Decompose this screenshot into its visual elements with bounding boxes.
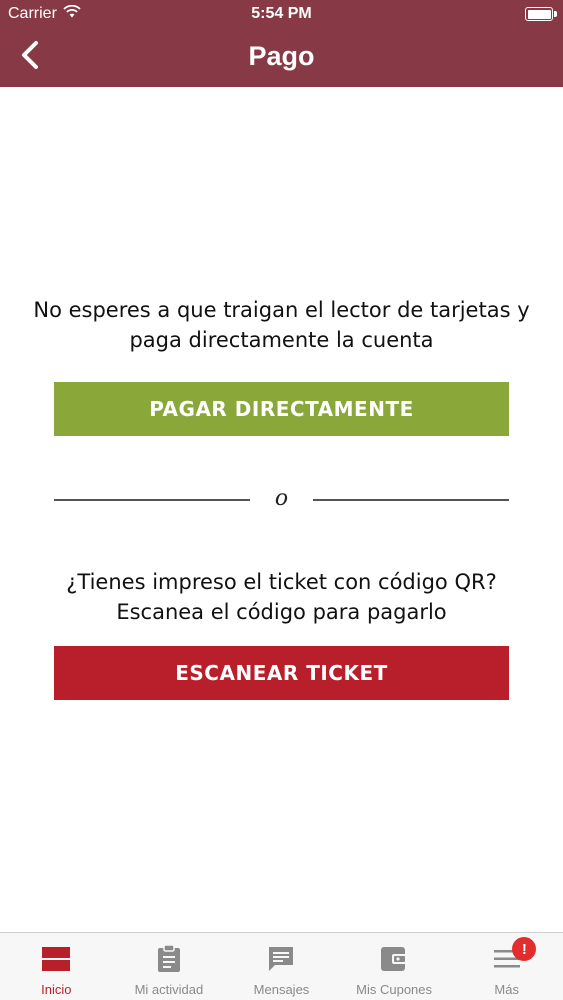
battery-icon xyxy=(525,7,557,21)
direct-pay-description: No esperes a que traigan el lector de ta… xyxy=(33,298,530,352)
tab-label: Inicio xyxy=(41,982,72,997)
app-header: Carrier 5:54 PM Pago xyxy=(0,0,563,87)
tab-label: Más xyxy=(494,982,519,997)
clipboard-icon xyxy=(154,944,184,974)
nav-bar: Pago xyxy=(0,28,563,87)
tab-mi-actividad[interactable]: Mi actividad xyxy=(113,933,226,1000)
home-icon xyxy=(41,944,71,974)
pay-directly-button[interactable]: PAGAR DIRECTAMENTE xyxy=(54,382,509,436)
scan-ticket-button[interactable]: ESCANEAR TICKET xyxy=(54,646,509,700)
wallet-icon xyxy=(379,944,409,974)
tab-label: Mi actividad xyxy=(134,982,204,997)
status-time: 5:54 PM xyxy=(251,5,312,22)
tab-mensajes[interactable]: Mensajes xyxy=(225,933,338,1000)
status-bar: Carrier 5:54 PM xyxy=(0,0,563,28)
tab-mis-cupones[interactable]: Mis Cupones xyxy=(338,933,451,1000)
tab-inicio[interactable]: Inicio xyxy=(0,933,113,1000)
or-divider: o xyxy=(54,486,509,514)
divider-line-right xyxy=(313,499,509,501)
scan-description: ¿Tienes impreso el ticket con código QR?… xyxy=(66,570,497,624)
notification-badge: ! xyxy=(512,937,537,961)
tab-label: Mensajes xyxy=(253,982,310,997)
page-title: Pago xyxy=(248,41,315,71)
tab-bar: Inicio Mi actividad Mensajes Mis Cupones… xyxy=(0,932,563,1000)
tab-label: Mis Cupones xyxy=(356,982,433,997)
message-icon xyxy=(266,944,296,974)
tab-mas[interactable]: Más ! xyxy=(450,933,563,1000)
